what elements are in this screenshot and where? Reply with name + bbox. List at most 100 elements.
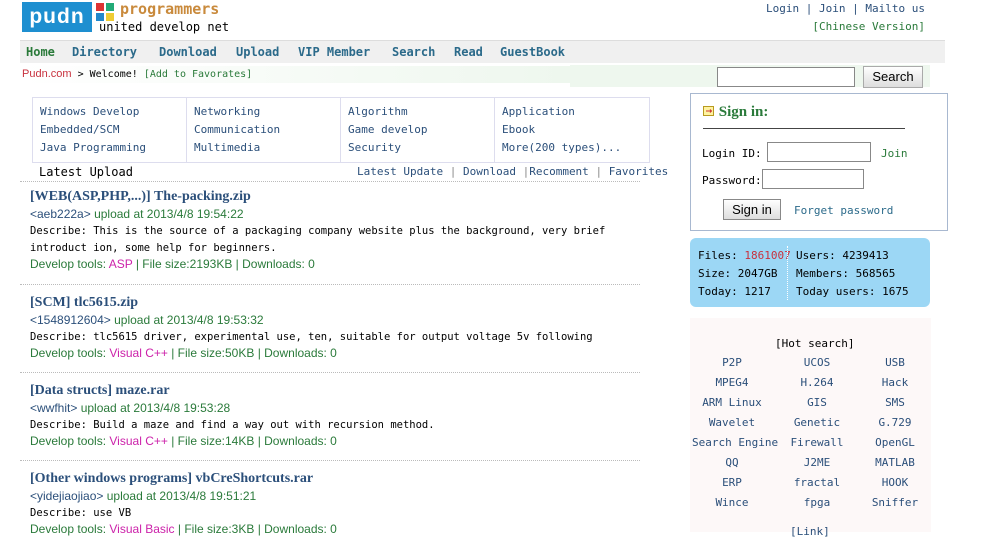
uploader-link[interactable]: <wwfhit> bbox=[30, 401, 77, 415]
today-users-stat: Today users: 1675 bbox=[796, 285, 909, 298]
entry-meta: <yidejiaojiao> upload at 2013/4/8 19:51:… bbox=[30, 489, 640, 503]
category-link[interactable]: Networking bbox=[194, 105, 260, 118]
latest-update-link[interactable]: Latest Update bbox=[357, 165, 443, 178]
entry-stats: | File size:3KB | Downloads: 0 bbox=[174, 522, 337, 536]
entry-title-link[interactable]: [Data structs] maze.rar bbox=[30, 383, 640, 399]
entry-tools: Develop tools: Visual C++ | File size:50… bbox=[30, 346, 640, 360]
category-link[interactable]: Game develop bbox=[348, 123, 427, 136]
login-link[interactable]: Login bbox=[766, 2, 799, 15]
nav-upload[interactable]: Upload bbox=[236, 45, 279, 59]
category-link[interactable]: Security bbox=[348, 141, 401, 154]
hot-search-link[interactable]: UCOS bbox=[777, 356, 857, 369]
login-id-input[interactable] bbox=[767, 142, 871, 162]
nav-vip-member[interactable]: VIP Member bbox=[298, 45, 370, 59]
uploader-link[interactable]: <1548912604> bbox=[30, 313, 111, 327]
nav-read[interactable]: Read bbox=[454, 45, 483, 59]
hot-search-link[interactable]: H.264 bbox=[777, 376, 857, 389]
brand-name: programmers bbox=[120, 0, 220, 18]
signin-button[interactable]: Sign in bbox=[723, 199, 781, 220]
hot-search-link[interactable]: ARM Linux bbox=[692, 396, 772, 409]
hot-search-link[interactable]: Wavelet bbox=[692, 416, 772, 429]
hot-search-link[interactable]: Search Engine bbox=[692, 436, 778, 449]
main-nav: Home Directory Download Upload VIP Membe… bbox=[20, 40, 945, 63]
category-link[interactable]: Ebook bbox=[502, 123, 535, 136]
nav-home[interactable]: Home bbox=[26, 45, 55, 59]
category-link[interactable]: Application bbox=[502, 105, 575, 118]
download-sort-link[interactable]: Download bbox=[463, 165, 516, 178]
language-link[interactable]: Visual Basic bbox=[109, 522, 174, 536]
nav-download[interactable]: Download bbox=[159, 45, 217, 59]
hot-search-link[interactable]: Sniffer bbox=[855, 496, 935, 509]
forget-password-link[interactable]: Forget password bbox=[794, 204, 893, 217]
list-item: [WEB(ASP,PHP,...)] The-packing.zip <aeb2… bbox=[30, 189, 640, 271]
hot-search-link[interactable]: P2P bbox=[692, 356, 772, 369]
entry-meta: <1548912604> upload at 2013/4/8 19:53:32 bbox=[30, 313, 640, 327]
list-item: [Data structs] maze.rar <wwfhit> upload … bbox=[30, 383, 640, 448]
breadcrumb-separator: > bbox=[77, 69, 84, 80]
mailto-link[interactable]: Mailto us bbox=[865, 2, 925, 15]
latest-upload-tab[interactable]: Latest Upload bbox=[39, 165, 133, 179]
add-favorites-link[interactable]: [Add to Favorates] bbox=[144, 69, 252, 80]
password-input[interactable] bbox=[762, 169, 864, 189]
category-link[interactable]: Algorithm bbox=[348, 105, 408, 118]
language-link[interactable]: Visual C++ bbox=[109, 346, 167, 360]
upload-time: upload at 2013/4/8 19:53:32 bbox=[110, 313, 264, 327]
category-link[interactable]: More(200 types)... bbox=[502, 141, 621, 154]
pudn-logo[interactable]: pudn bbox=[22, 2, 92, 32]
hot-search-link[interactable]: Genetic bbox=[777, 416, 857, 429]
nav-directory[interactable]: Directory bbox=[72, 45, 137, 59]
search-input[interactable] bbox=[717, 67, 855, 87]
tools-label: Develop tools: bbox=[30, 522, 110, 536]
breadcrumb-site-link[interactable]: Pudn.com bbox=[22, 68, 72, 80]
hot-search-link[interactable]: Firewall bbox=[777, 436, 857, 449]
category-table: Windows Develop Embedded/SCM Java Progra… bbox=[32, 97, 650, 163]
files-stat: Files: 1861007 bbox=[698, 249, 791, 262]
category-link[interactable]: Java Programming bbox=[40, 141, 146, 154]
hot-search-link[interactable]: G.729 bbox=[855, 416, 935, 429]
entry-title-link[interactable]: [SCM] tlc5615.zip bbox=[30, 295, 640, 311]
hot-search-link[interactable]: GIS bbox=[777, 396, 857, 409]
entry-tools: Develop tools: ASP | File size:2193KB | … bbox=[30, 257, 640, 271]
category-link[interactable]: Windows Develop bbox=[40, 105, 139, 118]
join-link[interactable]: Join bbox=[881, 147, 908, 160]
hot-search-link[interactable]: MPEG4 bbox=[692, 376, 772, 389]
join-top-link[interactable]: Join bbox=[819, 2, 846, 15]
category-column: Networking Communication Multimedia bbox=[187, 98, 341, 162]
recomment-link[interactable]: Recomment bbox=[529, 165, 589, 178]
hot-search-link[interactable]: USB bbox=[855, 356, 935, 369]
category-link[interactable]: Communication bbox=[194, 123, 280, 136]
hot-search-link[interactable]: fractal bbox=[777, 476, 857, 489]
hot-search-link[interactable]: MATLAB bbox=[855, 456, 935, 469]
category-link[interactable]: Multimedia bbox=[194, 141, 260, 154]
uploader-link[interactable]: <aeb222a> bbox=[30, 207, 91, 221]
search-button[interactable]: Search bbox=[863, 66, 923, 88]
entry-title-link[interactable]: [Other windows programs] vbCreShortcuts.… bbox=[30, 471, 640, 487]
hot-search-link[interactable]: HOOK bbox=[855, 476, 935, 489]
entry-description: Describe: Build a maze and find a way ou… bbox=[30, 419, 435, 431]
hot-search-link[interactable]: Hack bbox=[855, 376, 935, 389]
entry-title-link[interactable]: [WEB(ASP,PHP,...)] The-packing.zip bbox=[30, 189, 640, 205]
uploader-link[interactable]: <yidejiaojiao> bbox=[30, 489, 103, 503]
entry-tools: Develop tools: Visual Basic | File size:… bbox=[30, 522, 640, 536]
hot-search-link[interactable]: SMS bbox=[855, 396, 935, 409]
hot-search-link[interactable]: J2ME bbox=[777, 456, 857, 469]
entry-stats: | File size:50KB | Downloads: 0 bbox=[167, 346, 337, 360]
language-link[interactable]: ASP bbox=[109, 257, 133, 271]
nav-guestbook[interactable]: GuestBook bbox=[500, 45, 565, 59]
hot-search-title: [Hot search] bbox=[775, 337, 855, 350]
hot-search-link[interactable]: QQ bbox=[692, 456, 772, 469]
hot-search-link[interactable]: Wince bbox=[692, 496, 772, 509]
entry-meta: <aeb222a> upload at 2013/4/8 19:54:22 bbox=[30, 207, 640, 221]
hot-search-link[interactable]: ERP bbox=[692, 476, 772, 489]
puzzle-logo-icon bbox=[96, 3, 114, 21]
chinese-version-link[interactable]: [Chinese Version] bbox=[812, 20, 925, 33]
category-link[interactable]: Embedded/SCM bbox=[40, 123, 119, 136]
nav-search[interactable]: Search bbox=[392, 45, 435, 59]
entry-stats: | File size:2193KB | Downloads: 0 bbox=[132, 257, 315, 271]
divider bbox=[20, 181, 640, 182]
hot-search-link[interactable]: fpga bbox=[777, 496, 857, 509]
hot-search-link[interactable]: OpenGL bbox=[855, 436, 935, 449]
tools-label: Develop tools: bbox=[30, 434, 110, 448]
language-link[interactable]: Visual C++ bbox=[109, 434, 167, 448]
favorites-link[interactable]: Favorites bbox=[609, 165, 669, 178]
